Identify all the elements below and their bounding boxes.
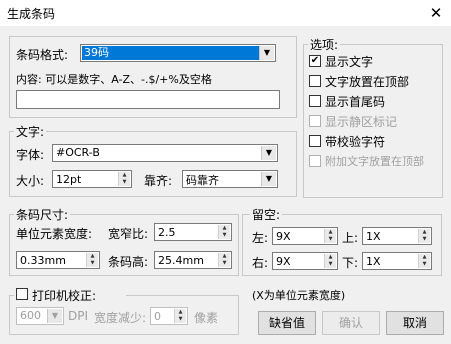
ratio-stepper[interactable]: 2.5 ▲ ▼ xyxy=(154,223,232,241)
checkbox[interactable] xyxy=(309,75,321,87)
size-label: 大小: xyxy=(16,174,45,188)
checkbox[interactable] xyxy=(309,95,321,107)
unit-width-value: 0.33mm xyxy=(20,254,66,267)
spin-buttons[interactable]: ▲ ▼ xyxy=(118,172,130,186)
chevron-down-icon: ▼ xyxy=(261,146,276,160)
reduce-label: 宽度减少: xyxy=(94,311,147,325)
close-button[interactable]: ✕ xyxy=(425,2,447,24)
option-item[interactable]: 带校验字符 xyxy=(309,132,441,152)
text-group-legend: 文字: xyxy=(14,123,47,140)
unit-width-stepper[interactable]: 0.33mm ▲ ▼ xyxy=(16,251,100,269)
options-legend: 选项: xyxy=(308,36,341,53)
margin-left-label: 左: xyxy=(252,231,269,245)
margin-right-stepper[interactable]: 9X ▲ ▼ xyxy=(272,252,338,270)
height-stepper[interactable]: 25.4mm ▲ ▼ xyxy=(154,251,232,269)
checkbox[interactable]: ✔ xyxy=(309,55,321,67)
margin-right-label: 右: xyxy=(252,256,269,270)
cancel-button[interactable]: 取消 xyxy=(386,311,444,335)
align-label: 靠齐: xyxy=(144,174,173,188)
option-item[interactable]: 显示静区标记 xyxy=(309,112,441,132)
checkbox[interactable] xyxy=(309,115,321,127)
option-item[interactable]: ✔ 显示文字 xyxy=(309,52,441,72)
pixel-label: 像素 xyxy=(194,311,219,325)
content-input[interactable] xyxy=(16,90,280,109)
check-icon: ✔ xyxy=(310,55,320,66)
height-label: 条码高: xyxy=(108,255,149,269)
checkbox[interactable] xyxy=(309,135,321,147)
font-select[interactable]: #OCR-B ▼ xyxy=(52,144,278,162)
unit-width-label: 单位元素宽度: xyxy=(16,227,93,241)
option-item[interactable]: 文字放置在顶部 xyxy=(309,72,441,92)
margin-top-label: 上: xyxy=(342,231,359,245)
close-icon: ✕ xyxy=(429,4,443,22)
align-select[interactable]: 码靠齐 ▼ xyxy=(182,170,278,188)
ratio-value: 2.5 xyxy=(158,226,176,239)
chevron-down-icon: ▼ xyxy=(261,172,276,186)
content-label: 内容: 可以是数字、A-Z、-.$/+%及空格 xyxy=(16,73,212,86)
chevron-down-icon: ▼ xyxy=(259,46,274,60)
reduce-stepper[interactable]: 0 ▲ ▼ xyxy=(150,307,188,325)
format-label: 条码格式: xyxy=(16,48,69,62)
checkbox[interactable] xyxy=(309,155,321,167)
font-value: #OCR-B xyxy=(56,146,100,159)
format-select[interactable]: 39码 ▼ xyxy=(80,44,276,62)
option-item[interactable]: 附加文字放置在顶部 xyxy=(309,152,441,172)
margin-bottom-label: 下: xyxy=(342,256,359,270)
dpi-select[interactable]: 600 ▼ xyxy=(16,307,64,325)
font-label: 字体: xyxy=(16,148,45,162)
ok-button[interactable]: 确认 xyxy=(322,311,380,335)
format-value: 39码 xyxy=(82,46,262,60)
printer-checkbox[interactable] xyxy=(16,288,28,300)
printer-legend: 打印机校正: xyxy=(14,287,126,303)
ratio-label: 宽窄比: xyxy=(108,227,149,241)
option-item[interactable]: 显示首尾码 xyxy=(309,92,441,112)
default-button[interactable]: 缺省值 xyxy=(258,311,316,335)
margin-left-stepper[interactable]: 9X ▲ ▼ xyxy=(272,227,338,245)
height-value: 25.4mm xyxy=(158,254,204,267)
size-value: 12pt xyxy=(56,173,82,186)
window-title: 生成条码 xyxy=(7,7,56,21)
size-stepper[interactable]: 12pt ▲ ▼ xyxy=(52,170,132,188)
dpi-label: DPI xyxy=(68,309,89,323)
unit-note: (X为单位元素宽度) xyxy=(252,289,346,302)
title-bar xyxy=(0,0,451,26)
align-value: 码靠齐 xyxy=(186,174,219,187)
chevron-down-icon: ▼ xyxy=(47,309,62,323)
margin-group-legend: 留空: xyxy=(250,206,283,223)
margin-top-stepper[interactable]: 1X ▲ ▼ xyxy=(362,227,432,245)
size-group-legend: 条码尺寸: xyxy=(14,206,71,223)
margin-bottom-stepper[interactable]: 1X ▲ ▼ xyxy=(362,252,432,270)
options-list: ✔ 显示文字 文字放置在顶部 显示首尾码 显示静区标记 带校验字符 附加文字放置… xyxy=(309,52,441,172)
